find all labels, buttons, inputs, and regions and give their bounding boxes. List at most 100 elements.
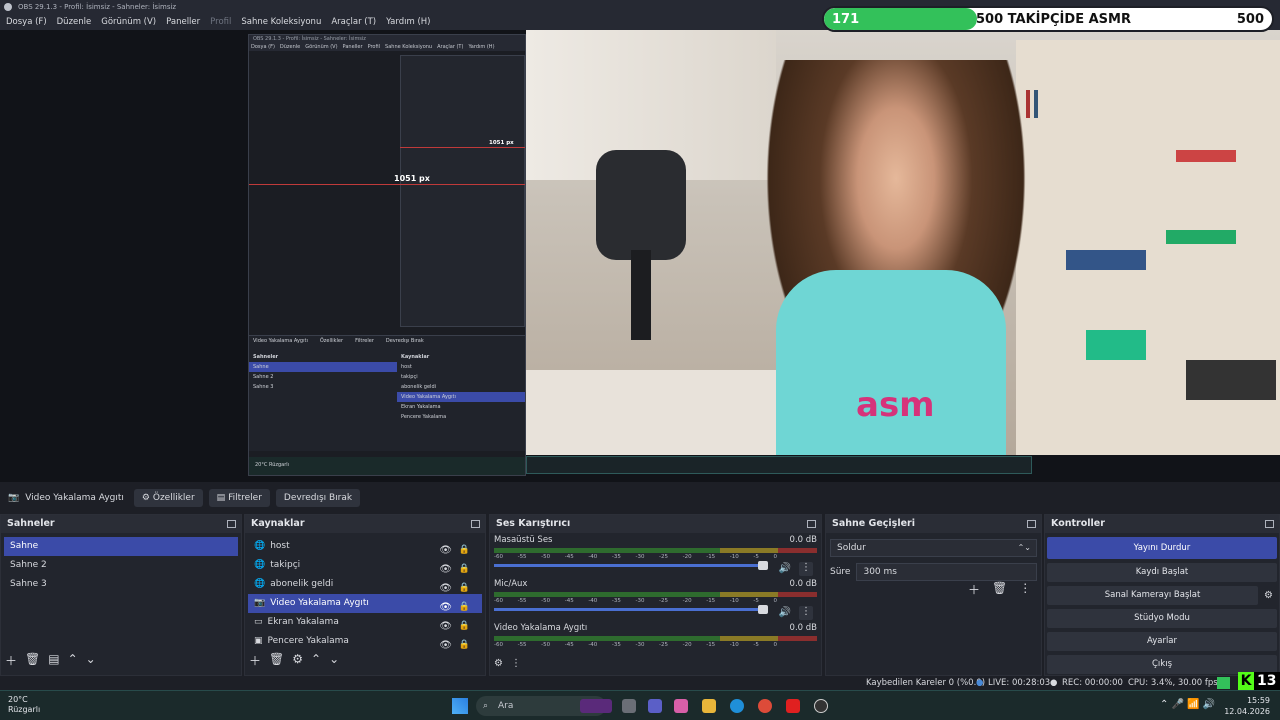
- undock-icon[interactable]: [1265, 520, 1274, 528]
- rec-timer: REC: 00:00:00: [1062, 678, 1123, 688]
- file-explorer-icon[interactable]: [702, 699, 716, 713]
- filter-icon[interactable]: ▤: [48, 652, 59, 669]
- audio-mixer-dock: Ses Karıştırıcı Masaüstü Ses 0.0 dB -60 -5…: [489, 514, 822, 676]
- gear-icon[interactable]: ⚙: [1264, 590, 1273, 601]
- edge-icon[interactable]: [730, 699, 744, 713]
- nested-titlebar: OBS 29.1.3 - Profil: İsimsiz - Sahneler:…: [249, 35, 525, 43]
- search-icon: ⌕: [483, 701, 489, 711]
- more-options-icon[interactable]: ⋮: [799, 562, 813, 576]
- advanced-audio-icon[interactable]: ⚙: [494, 658, 503, 669]
- menu-scene-collection[interactable]: Sahne Koleksiyonu: [241, 14, 321, 30]
- transition-select[interactable]: Soldur ⌃⌄: [830, 539, 1037, 557]
- source-item[interactable]: 🌐 host 👁 🔒: [248, 537, 482, 556]
- controls-dock: Kontroller Yayını Durdur Kaydı Başlat Sa…: [1044, 514, 1280, 676]
- menu-edit[interactable]: Düzenle: [57, 14, 92, 30]
- system-tray-icons[interactable]: ⌃ 🎤 📶 🔊: [1160, 699, 1215, 710]
- undock-icon[interactable]: [471, 520, 480, 528]
- camera-icon: 📷: [8, 493, 20, 503]
- mixer-channel: Video Yakalama Aygıtı 0.0 dB -60 -55 -50 -45…: [494, 623, 817, 648]
- more-options-icon[interactable]: ⋮: [799, 606, 813, 620]
- deactivate-button[interactable]: Devredışı Bırak: [275, 489, 361, 507]
- move-up-icon[interactable]: ⌃: [311, 652, 321, 669]
- obs-logo-icon: [4, 3, 12, 11]
- trash-icon[interactable]: 🗑: [25, 652, 40, 669]
- nested-guide-line-inner: [400, 147, 525, 148]
- menu-tools[interactable]: Araçlar (T): [331, 14, 376, 30]
- windows-start-icon[interactable]: [452, 698, 468, 714]
- webcam-feed: asm: [526, 30, 1280, 455]
- more-options-icon[interactable]: ⋮: [511, 658, 521, 669]
- volume-slider[interactable]: [494, 605, 768, 614]
- add-icon[interactable]: ＋: [5, 652, 17, 669]
- window-icon: ▣: [254, 636, 263, 646]
- dropped-frames: Kaybedilen Kareler 0 (%0.0): [866, 678, 986, 688]
- source-item[interactable]: 🌐 takipçi 👁 🔒: [248, 556, 482, 575]
- duration-spinbox[interactable]: 300 ms: [856, 563, 1037, 581]
- undock-icon[interactable]: [1027, 520, 1036, 528]
- menu-docks[interactable]: Paneller: [166, 14, 200, 30]
- undock-icon[interactable]: [227, 520, 236, 528]
- filter-icon: ▤: [216, 493, 226, 503]
- kick-counter: K 13: [1238, 672, 1280, 690]
- source-item[interactable]: 📷 Video Yakalama Aygıtı 👁 🔒: [248, 594, 482, 613]
- settings-button[interactable]: Ayarlar: [1047, 632, 1277, 651]
- more-options-icon[interactable]: ⋮: [1019, 581, 1031, 598]
- source-item[interactable]: ▣ Pencere Yakalama 👁 🔒: [248, 632, 482, 651]
- speaker-icon[interactable]: 🔊: [779, 563, 791, 574]
- start-recording-button[interactable]: Kaydı Başlat: [1047, 563, 1277, 582]
- nested-taskbar: 20°C Rüzgarlı: [249, 457, 525, 475]
- lock-icon[interactable]: 🔒: [459, 636, 470, 655]
- move-up-icon[interactable]: ⌃: [68, 652, 78, 669]
- youtube-icon[interactable]: [786, 699, 800, 713]
- menu-view[interactable]: Görünüm (V): [101, 14, 156, 30]
- monitor-icon: ▭: [254, 617, 263, 627]
- studio-mode-button[interactable]: Stüdyo Modu: [1047, 609, 1277, 628]
- eye-icon[interactable]: 👁: [439, 636, 452, 655]
- gear-icon: ⚙: [141, 493, 150, 503]
- source-item[interactable]: ▭ Ekran Yakalama 👁 🔒: [248, 613, 482, 632]
- slider-handle[interactable]: [758, 561, 768, 570]
- source-item[interactable]: 🌐 abonelik geldi 👁 🔒: [248, 575, 482, 594]
- trash-icon[interactable]: 🗑: [269, 652, 284, 669]
- scene-item[interactable]: Sahne 3: [4, 575, 238, 594]
- start-virtual-camera-button[interactable]: Sanal Kamerayı Başlat: [1047, 586, 1259, 605]
- scene-item[interactable]: Sahne 2: [4, 556, 238, 575]
- obs-taskbar-icon[interactable]: [814, 699, 828, 713]
- properties-button[interactable]: ⚙ Özellikler: [133, 489, 203, 507]
- task-view-icon[interactable]: [622, 699, 636, 713]
- menu-profile[interactable]: Profil: [210, 14, 231, 30]
- undock-icon[interactable]: [807, 520, 816, 528]
- scene-transitions-dock: Sahne Geçişleri Soldur ⌃⌄ Süre 300 ms ＋ 🗑…: [825, 514, 1042, 676]
- duration-row: Süre 300 ms: [826, 563, 1041, 581]
- move-down-icon[interactable]: ⌄: [329, 652, 339, 669]
- volume-slider[interactable]: [494, 561, 768, 570]
- stream-health-indicator: [1217, 677, 1230, 689]
- nested-inner-capture: [400, 55, 525, 327]
- volume-meter: [494, 592, 817, 597]
- scene-item[interactable]: Sahne: [4, 537, 238, 556]
- follower-goal-bar: 171 500 TAKİPÇİDE ASMR 500: [822, 6, 1274, 32]
- teams-icon[interactable]: [648, 699, 662, 713]
- menu-help[interactable]: Yardım (H): [386, 14, 430, 30]
- follower-current: 171: [832, 12, 860, 27]
- follower-goal-label: 500 TAKİPÇİDE ASMR: [976, 12, 1131, 27]
- slider-handle[interactable]: [758, 605, 768, 614]
- copilot-icon[interactable]: [674, 699, 688, 713]
- move-down-icon[interactable]: ⌄: [86, 652, 96, 669]
- app-thumbnail-icon[interactable]: [580, 699, 612, 713]
- speaker-icon[interactable]: 🔊: [779, 607, 791, 618]
- camera-icon: 📷: [254, 598, 266, 608]
- taskbar-clock[interactable]: 15:59 12.04.2026: [1224, 695, 1270, 717]
- trash-icon[interactable]: 🗑: [992, 581, 1007, 598]
- add-icon[interactable]: ＋: [249, 652, 261, 669]
- add-icon[interactable]: ＋: [968, 581, 980, 598]
- chrome-icon[interactable]: [758, 699, 772, 713]
- stop-streaming-button[interactable]: Yayını Durdur: [1047, 537, 1277, 559]
- live-timer: LIVE: 00:28:03: [988, 678, 1051, 688]
- window-title: OBS 29.1.3 - Profil: İsimsiz - Sahneler:…: [18, 3, 177, 11]
- gear-icon[interactable]: ⚙: [292, 652, 303, 669]
- weather-widget[interactable]: 20°C Rüzgarlı: [8, 695, 40, 715]
- volume-meter: [494, 636, 817, 641]
- menu-file[interactable]: Dosya (F): [6, 14, 47, 30]
- filters-button[interactable]: ▤ Filtreler: [208, 489, 270, 507]
